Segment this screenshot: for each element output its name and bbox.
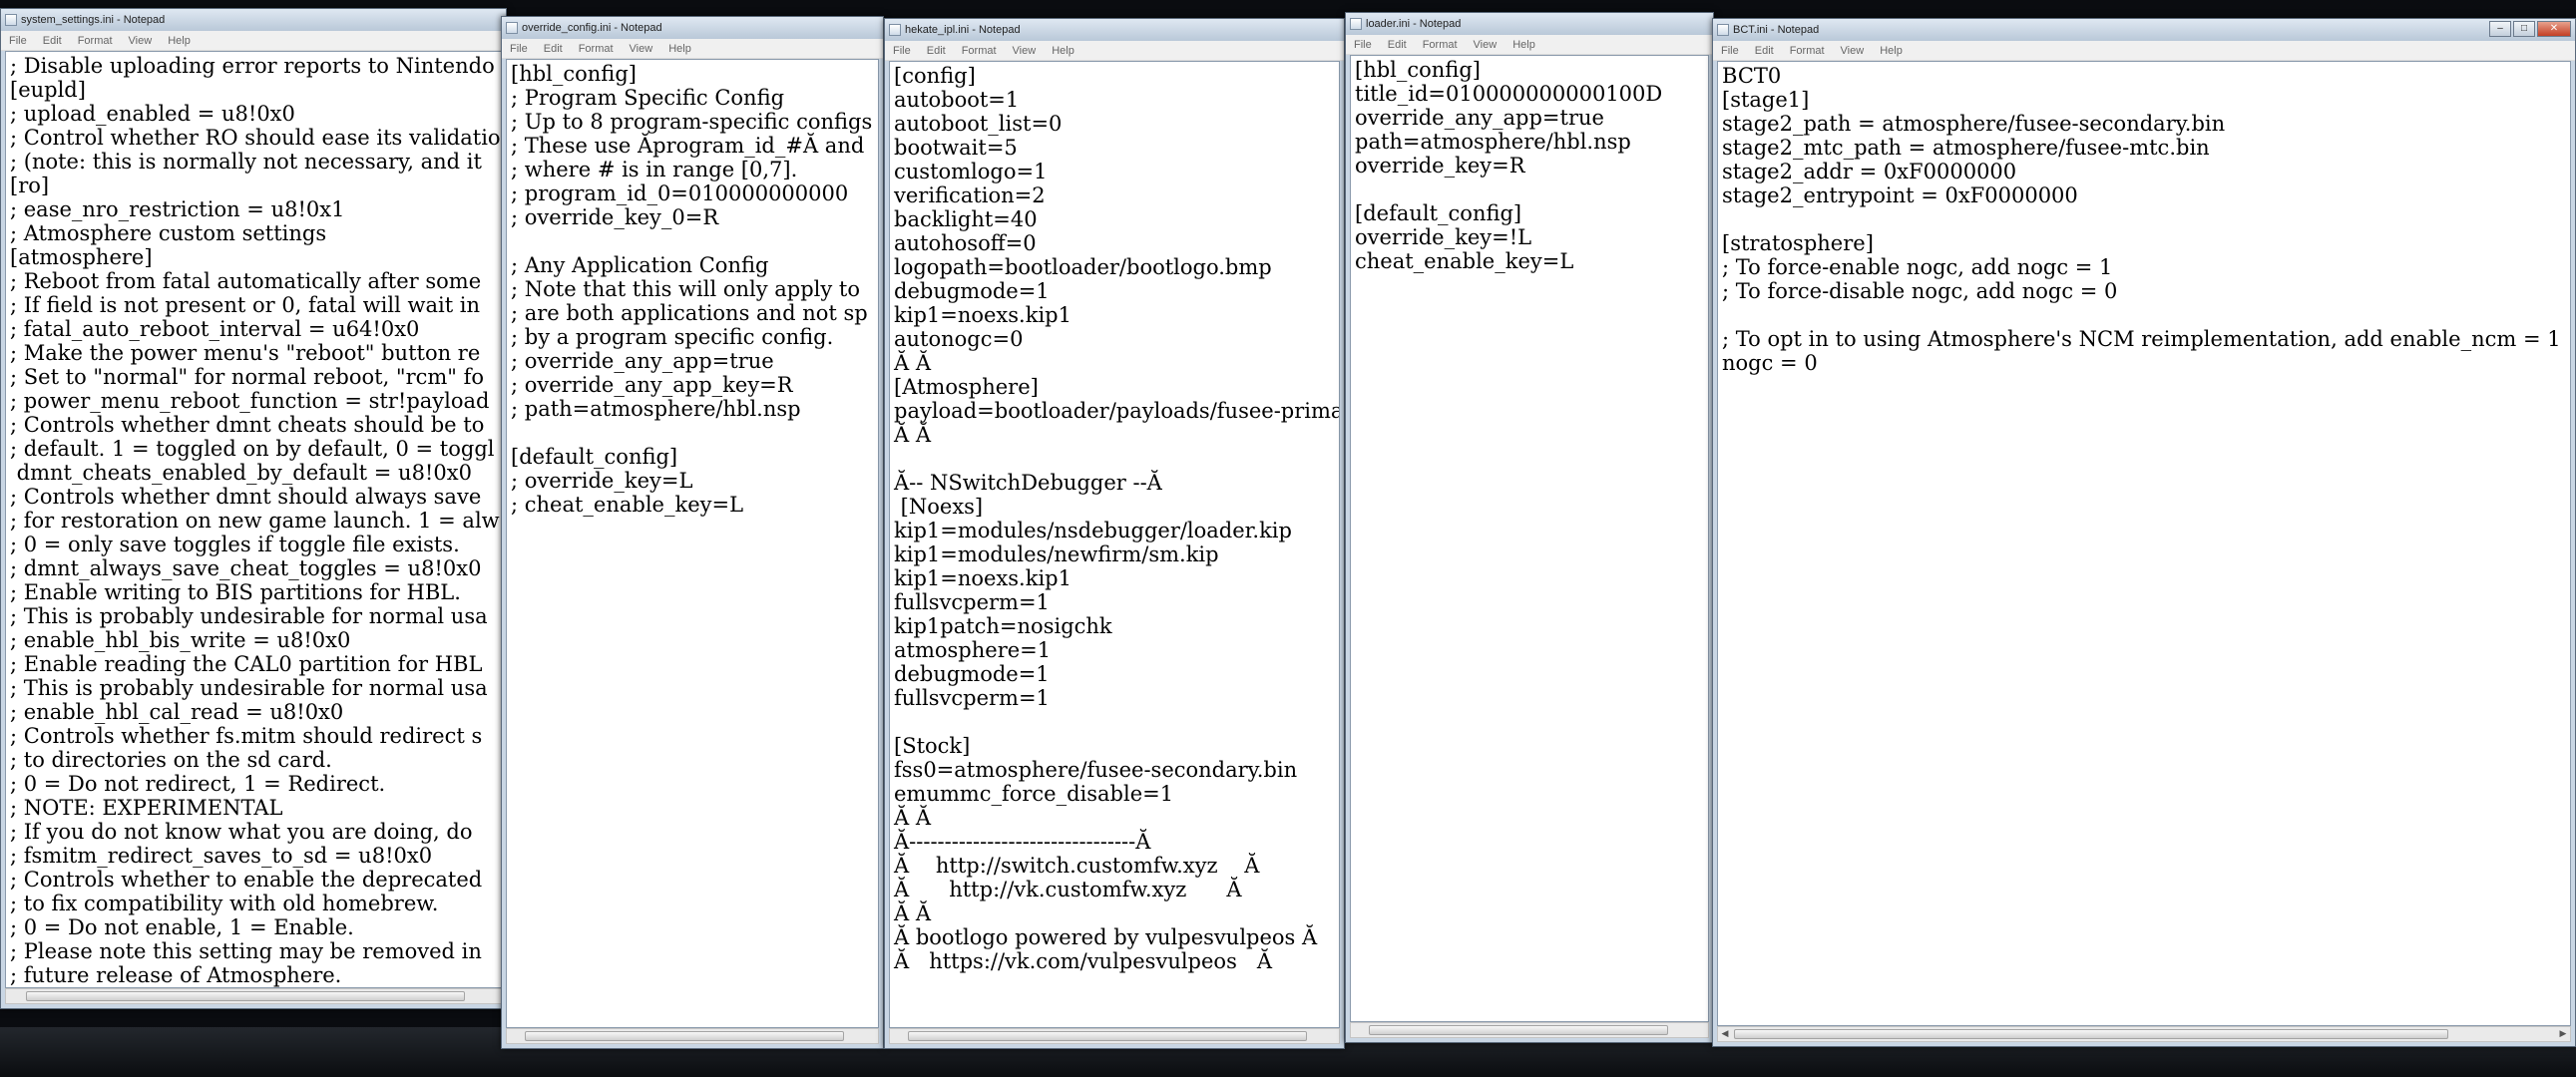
menu-bar: File Edit Format View Help <box>1 31 506 51</box>
title-bar[interactable]: system_settings.ini - Notepad <box>1 9 506 31</box>
title-bar[interactable]: override_config.ini - Notepad <box>502 17 883 39</box>
notepad-icon <box>1717 24 1729 36</box>
horizontal-scrollbar[interactable] <box>1350 1022 1709 1038</box>
window-title: loader.ini - Notepad <box>1366 18 1462 30</box>
notepad-window-hekate-ipl[interactable]: hekate_ipl.ini - Notepad File Edit Forma… <box>884 18 1345 1049</box>
menu-help[interactable]: Help <box>1872 45 1911 57</box>
notepad-window-bct[interactable]: BCT.ini - Notepad – □ ✕ File Edit Format… <box>1712 18 2576 1047</box>
scrollbar-thumb[interactable] <box>26 991 465 1001</box>
horizontal-scrollbar[interactable]: ◀ ▶ <box>1717 1026 2571 1042</box>
notepad-window-system-settings[interactable]: system_settings.ini - Notepad File Edit … <box>0 8 507 1009</box>
text-editor[interactable]: ; Disable uploading error reports to Nin… <box>5 51 502 988</box>
menu-file[interactable]: File <box>1346 39 1380 51</box>
window-title: system_settings.ini - Notepad <box>21 14 166 26</box>
menu-format[interactable]: Format <box>954 45 1005 57</box>
notepad-icon <box>1350 18 1362 30</box>
horizontal-scrollbar[interactable] <box>889 1028 1340 1044</box>
close-button[interactable]: ✕ <box>2537 21 2571 37</box>
title-bar[interactable]: BCT.ini - Notepad – □ ✕ <box>1713 19 2575 41</box>
editor-text[interactable]: [hbl_config] ; Program Specific Config ;… <box>507 60 878 519</box>
menu-help[interactable]: Help <box>660 43 699 55</box>
menu-format[interactable]: Format <box>1415 39 1466 51</box>
menu-format[interactable]: Format <box>70 35 121 47</box>
menu-file[interactable]: File <box>1713 45 1747 57</box>
window-title: BCT.ini - Notepad <box>1733 24 1820 36</box>
menu-help[interactable]: Help <box>1504 39 1543 51</box>
menu-edit[interactable]: Edit <box>1380 39 1415 51</box>
editor-text[interactable]: [config] autoboot=1 autoboot_list=0 boot… <box>890 62 1339 975</box>
notepad-icon <box>889 24 901 36</box>
notepad-window-override-config[interactable]: override_config.ini - Notepad File Edit … <box>501 16 884 1049</box>
title-bar[interactable]: hekate_ipl.ini - Notepad <box>885 19 1344 41</box>
notepad-icon <box>5 14 17 26</box>
editor-text[interactable]: ; Disable uploading error reports to Nin… <box>6 52 501 987</box>
window-controls: – □ ✕ <box>2489 21 2571 37</box>
menu-edit[interactable]: Edit <box>1747 45 1782 57</box>
menu-view[interactable]: View <box>1833 45 1873 57</box>
title-bar[interactable]: loader.ini - Notepad <box>1346 13 1713 35</box>
menu-edit[interactable]: Edit <box>35 35 70 47</box>
menu-edit[interactable]: Edit <box>919 45 954 57</box>
notepad-icon <box>506 22 518 34</box>
menu-file[interactable]: File <box>885 45 919 57</box>
text-editor[interactable]: [hbl_config] ; Program Specific Config ;… <box>506 59 879 1028</box>
menu-view[interactable]: View <box>1005 45 1045 57</box>
text-editor[interactable]: BCT0 [stage1] stage2_path = atmosphere/f… <box>1717 61 2571 1026</box>
menu-view[interactable]: View <box>622 43 661 55</box>
menu-bar: File Edit Format View Help <box>1346 35 1713 55</box>
scrollbar-thumb[interactable] <box>525 1031 844 1041</box>
window-title: override_config.ini - Notepad <box>522 22 662 34</box>
scroll-right-arrow[interactable]: ▶ <box>2556 1027 2570 1041</box>
menu-view[interactable]: View <box>1466 39 1505 51</box>
menu-view[interactable]: View <box>121 35 161 47</box>
scroll-left-arrow[interactable]: ◀ <box>1718 1027 1732 1041</box>
menu-file[interactable]: File <box>502 43 536 55</box>
maximize-button[interactable]: □ <box>2513 21 2535 37</box>
editor-text[interactable]: BCT0 [stage1] stage2_path = atmosphere/f… <box>1718 62 2570 377</box>
text-editor[interactable]: [config] autoboot=1 autoboot_list=0 boot… <box>889 61 1340 1028</box>
text-editor[interactable]: [hbl_config] title_id=010000000000100D o… <box>1350 55 1709 1022</box>
menu-file[interactable]: File <box>1 35 35 47</box>
menu-bar: File Edit Format View Help <box>885 41 1344 61</box>
minimize-button[interactable]: – <box>2489 21 2511 37</box>
menu-bar: File Edit Format View Help <box>1713 41 2575 61</box>
horizontal-scrollbar[interactable] <box>506 1028 879 1044</box>
menu-help[interactable]: Help <box>1044 45 1082 57</box>
menu-help[interactable]: Help <box>160 35 199 47</box>
menu-edit[interactable]: Edit <box>536 43 571 55</box>
window-title: hekate_ipl.ini - Notepad <box>905 24 1021 36</box>
horizontal-scrollbar[interactable] <box>5 988 502 1004</box>
notepad-window-loader[interactable]: loader.ini - Notepad File Edit Format Vi… <box>1345 12 1714 1043</box>
menu-bar: File Edit Format View Help <box>502 39 883 59</box>
scrollbar-thumb[interactable] <box>908 1031 1307 1041</box>
menu-format[interactable]: Format <box>571 43 622 55</box>
menu-format[interactable]: Format <box>1782 45 1833 57</box>
scrollbar-thumb[interactable] <box>1734 1029 2448 1039</box>
editor-text[interactable]: [hbl_config] title_id=010000000000100D o… <box>1351 56 1708 275</box>
scrollbar-thumb[interactable] <box>1369 1025 1668 1035</box>
